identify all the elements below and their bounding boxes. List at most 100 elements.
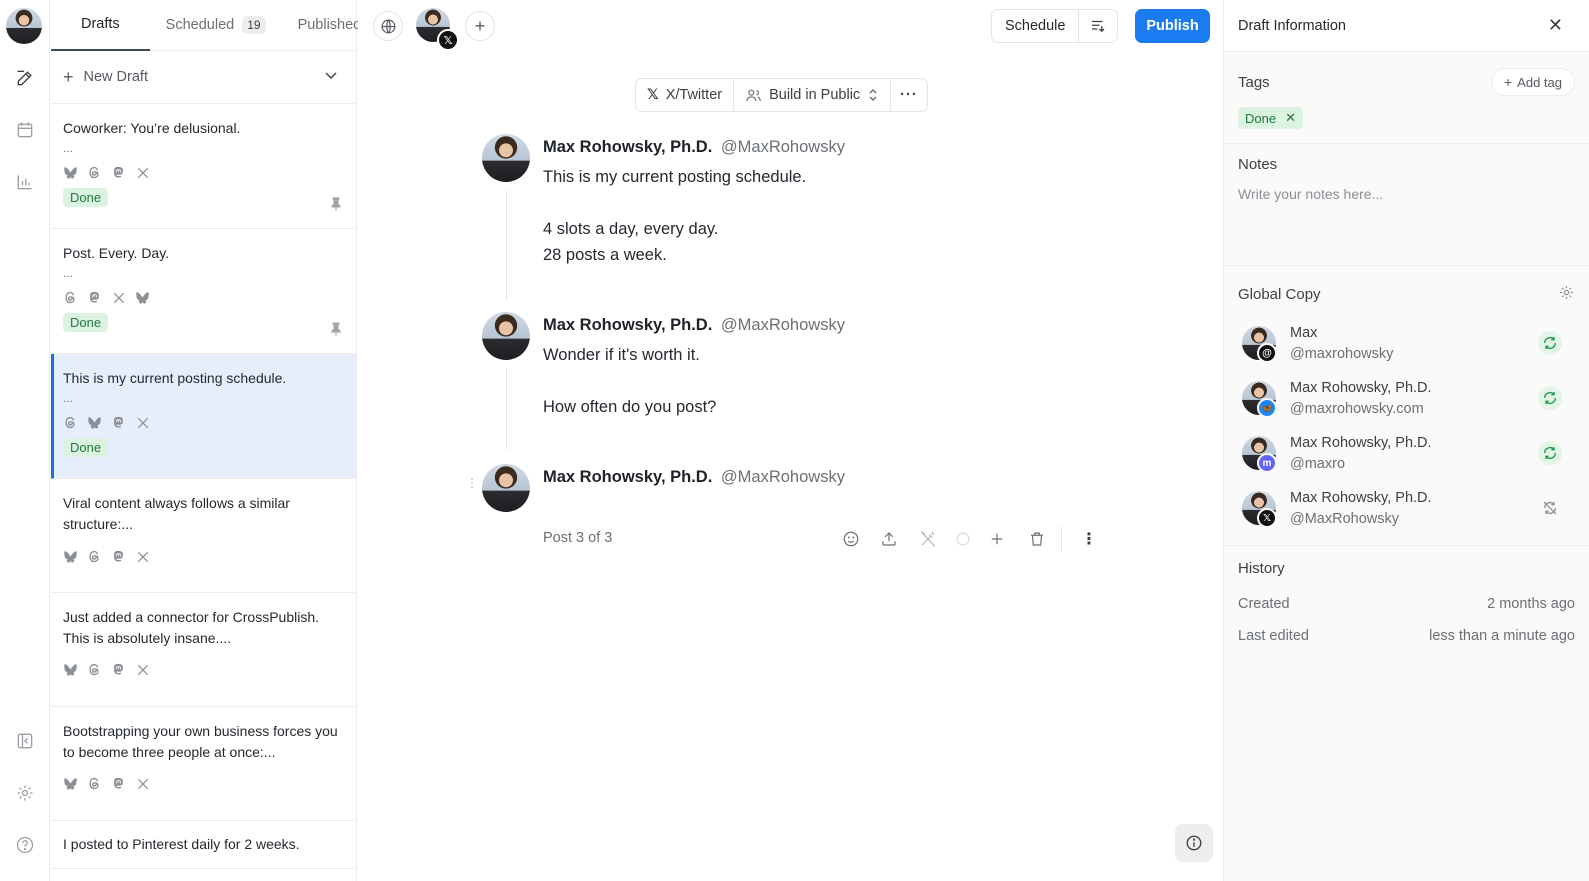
x-icon	[135, 776, 150, 791]
sync-icon[interactable]	[1538, 386, 1562, 410]
draft-list-item[interactable]: Just added a connector for CrossPublish.…	[51, 593, 356, 707]
account-name: Max Rohowsky, Ph.D.	[1290, 435, 1432, 451]
sync-off-icon[interactable]	[1538, 496, 1562, 520]
queue-list-icon[interactable]	[1078, 10, 1117, 42]
threads-icon	[63, 290, 78, 305]
global-copy-label: Global Copy	[1238, 286, 1321, 303]
pin-icon[interactable]	[330, 197, 342, 214]
new-draft-button[interactable]: + New Draft	[51, 51, 356, 104]
x-icon	[111, 290, 126, 305]
magic-wand-icon[interactable]	[917, 528, 939, 550]
status-badge: Done	[63, 313, 109, 332]
post-header: Max Rohowsky, Ph.D. @MaxRohowsky	[543, 316, 845, 335]
x-logo-icon: 𝕏	[437, 29, 459, 51]
schedule-button[interactable]: Schedule	[992, 10, 1078, 42]
author-handle: @MaxRohowsky	[720, 316, 845, 334]
remove-tag-icon[interactable]: ✕	[1285, 110, 1296, 126]
author-name: Max Rohowsky, Ph.D.	[543, 138, 713, 156]
draft-list-item[interactable]: I posted to Pinterest daily for 2 weeks.	[51, 821, 356, 869]
character-count-ring	[952, 528, 974, 550]
new-draft-label: New Draft	[83, 69, 148, 85]
panel-title: Draft Information	[1238, 17, 1346, 34]
more-options-icon[interactable]: ···	[890, 79, 927, 111]
bluesky-icon	[63, 662, 78, 677]
add-post-icon[interactable]	[986, 528, 1008, 550]
panel-header: Draft Information ✕	[1224, 0, 1589, 52]
draft-title: Post. Every. Day.	[63, 245, 170, 261]
plus-icon: +	[1503, 74, 1513, 90]
draft-list-item[interactable]: Post. Every. Day.... Done	[51, 229, 356, 354]
add-tag-button[interactable]: + Add tag	[1490, 68, 1575, 96]
chevron-down-icon[interactable]	[324, 68, 338, 86]
notes-input[interactable]: Write your notes here...	[1238, 186, 1383, 202]
add-account-button[interactable]: +	[465, 11, 495, 41]
list-tabs: Drafts Scheduled 19 Published	[51, 0, 361, 51]
settings-gear-icon[interactable]	[1558, 284, 1575, 304]
threads-badge-icon: @	[1257, 343, 1277, 363]
publish-button[interactable]: Publish	[1135, 9, 1210, 43]
draft-ellipsis: ...	[63, 266, 74, 280]
draft-list-item[interactable]: Bootstrapping your own business forces y…	[51, 707, 356, 821]
sync-icon[interactable]	[1538, 331, 1562, 355]
plus-icon: +	[63, 66, 74, 87]
history-edited-row: Last edited less than a minute ago	[1238, 620, 1575, 652]
author-name: Max Rohowsky, Ph.D.	[543, 468, 713, 486]
status-badge: Done	[63, 188, 109, 207]
notes-label: Notes	[1238, 156, 1278, 173]
post-counter: Post 3 of 3	[543, 530, 613, 546]
notes-section: Notes Write your notes here...	[1224, 144, 1589, 266]
emoji-icon[interactable]	[840, 528, 862, 550]
thread-connector	[506, 190, 507, 300]
mastodon-icon	[111, 662, 126, 677]
workspace-selector[interactable]: Build in Public	[733, 79, 890, 111]
pin-icon[interactable]	[330, 322, 342, 339]
editor: 𝕏 + Schedule Publish 𝕏 X/Twitter Build i…	[358, 0, 1222, 881]
help-icon[interactable]	[13, 833, 37, 857]
globe-icon[interactable]	[373, 11, 403, 41]
info-icon[interactable]	[1175, 824, 1213, 862]
account-row[interactable]: 🦋 Max Rohowsky, Ph.D. @maxrohowsky.com	[1236, 376, 1576, 431]
draft-title: Viral content always follows a similar s…	[63, 495, 290, 532]
account-row[interactable]: m Max Rohowsky, Ph.D. @maxro	[1236, 431, 1576, 486]
draft-networks	[63, 290, 344, 305]
platform-selector[interactable]: 𝕏 X/Twitter	[636, 79, 733, 111]
account-row[interactable]: @ Max @maxrohowsky	[1236, 321, 1576, 376]
calendar-icon[interactable]	[13, 118, 37, 142]
settings-gear-icon[interactable]	[13, 781, 37, 805]
account-name: Max Rohowsky, Ph.D.	[1290, 380, 1432, 396]
selected-account-avatar[interactable]: 𝕏	[416, 8, 459, 51]
close-icon[interactable]: ✕	[1548, 15, 1563, 36]
account-handle: @maxrohowsky	[1290, 346, 1394, 362]
created-label: Created	[1238, 596, 1290, 612]
compose-icon[interactable]	[13, 66, 37, 90]
account-list: @ Max @maxrohowsky 🦋 Max Rohowsky, Ph.D.…	[1236, 321, 1576, 541]
user-avatar[interactable]	[6, 8, 42, 44]
tab-scheduled[interactable]: Scheduled 19	[150, 0, 282, 51]
collapse-sidebar-icon[interactable]	[13, 729, 37, 753]
sync-icon[interactable]	[1538, 441, 1562, 465]
threads-icon	[87, 165, 102, 180]
x-icon	[135, 549, 150, 564]
draft-list-item[interactable]: Coworker: You’re delusional.... Done	[51, 104, 356, 229]
editor-toolbar: 𝕏 + Schedule Publish	[358, 0, 1222, 52]
tab-scheduled-label: Scheduled	[165, 17, 235, 33]
trash-icon[interactable]	[1026, 528, 1048, 550]
history-label: History	[1238, 560, 1285, 577]
account-name: Max Rohowsky, Ph.D.	[1290, 490, 1432, 506]
tab-drafts[interactable]: Drafts	[51, 0, 150, 51]
threads-icon	[87, 662, 102, 677]
draft-title: This is my current posting schedule.	[63, 370, 287, 386]
post-body[interactable]: This is my current posting schedule. 4 s…	[543, 164, 1103, 268]
upload-icon[interactable]	[878, 528, 900, 550]
analytics-icon[interactable]	[13, 170, 37, 194]
tag-chip: Done ✕	[1238, 107, 1303, 129]
draft-list-item[interactable]: Viral content always follows a similar s…	[51, 479, 356, 593]
post-body[interactable]: Wonder if it's worth it. How often do yo…	[543, 342, 1103, 420]
account-row[interactable]: 𝕏 Max Rohowsky, Ph.D. @MaxRohowsky	[1236, 486, 1576, 541]
draft-list-item[interactable]: This is my current posting schedule.... D…	[51, 354, 356, 479]
draft-networks	[63, 549, 344, 564]
draft-title: I posted to Pinterest daily for 2 weeks.	[63, 836, 300, 852]
tags-label: Tags	[1238, 74, 1270, 91]
schedule-button-group: Schedule	[991, 9, 1119, 43]
more-vertical-icon[interactable]: ⋮	[1078, 528, 1100, 550]
